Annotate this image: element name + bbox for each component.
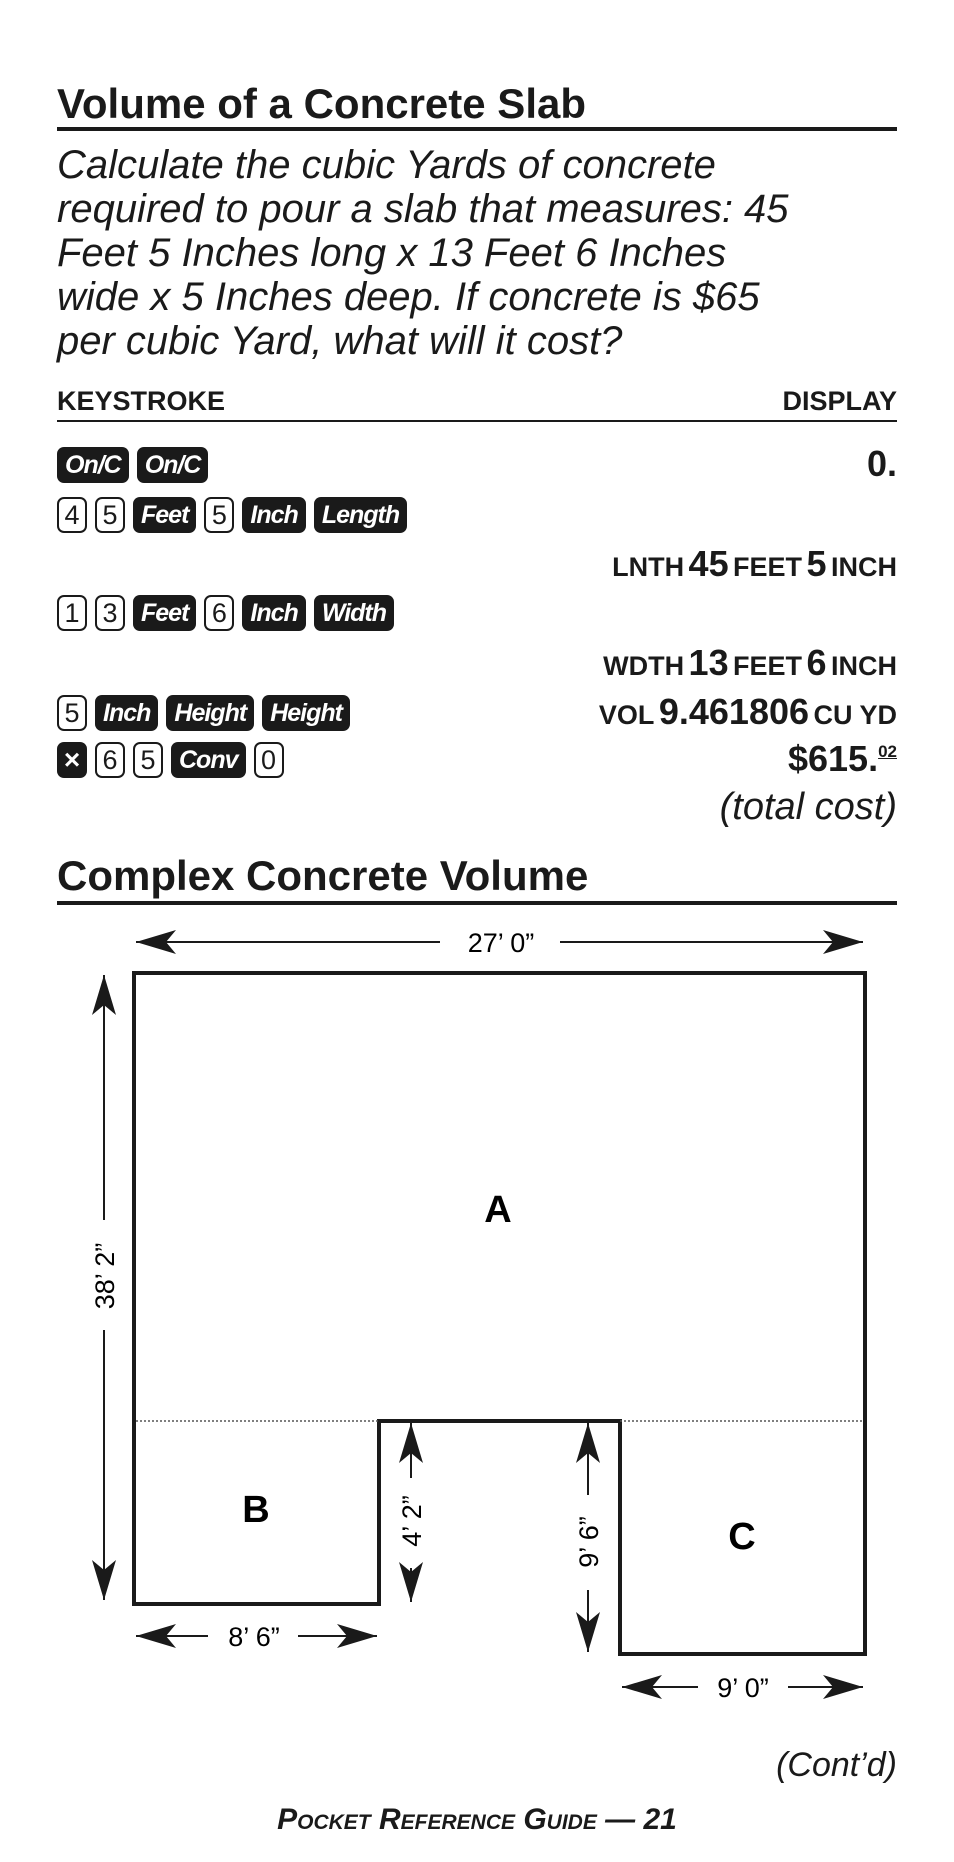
c-height-label: 9’ 6”	[574, 1516, 604, 1568]
continued-note: (Cont’d)	[776, 1746, 897, 1784]
page-footer: Pocket Reference Guide — 21	[277, 1803, 677, 1836]
notch-depth-label: 4’ 2”	[397, 1495, 427, 1547]
region-b-label: B	[242, 1489, 269, 1531]
b-width-label: 8’ 6”	[228, 1622, 280, 1652]
top-width-label: 27’ 0”	[468, 928, 535, 958]
c-width-label: 9’ 0”	[717, 1673, 769, 1703]
region-a-label: A	[484, 1189, 511, 1231]
slab-diagram: 27’ 0” 38’ 2” 4’ 2” 9’ 6” 8’ 6” 9’ 0” A …	[90, 928, 867, 1703]
left-height-label: 38’ 2”	[90, 1243, 120, 1310]
page: Volume of a Concrete Slab Calculate the …	[0, 0, 954, 1862]
region-c-label: C	[728, 1516, 755, 1558]
